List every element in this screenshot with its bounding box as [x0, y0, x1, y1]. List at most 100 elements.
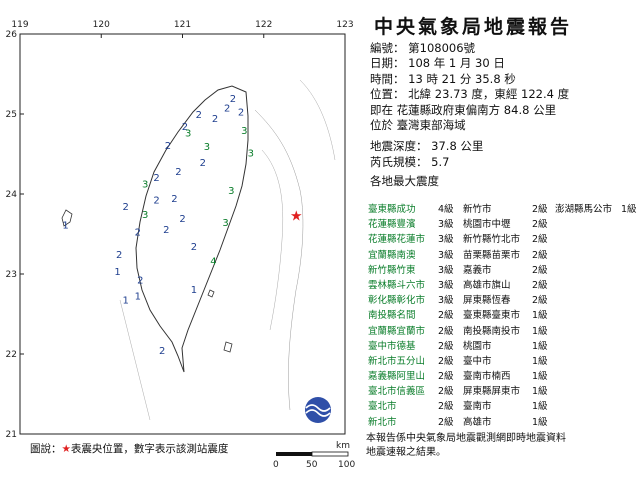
report-date: 日期： 108 年 1 月 30 日 — [370, 56, 505, 71]
station-name: 澎湖縣馬公市 — [555, 204, 613, 215]
max-intensity-heading: 各地最大震度 — [370, 174, 439, 189]
station-name: 花蓮縣花蓮市 — [368, 234, 426, 246]
lat-tick-label: 26 — [6, 30, 18, 40]
footer-note-1: 本報告係中央氣象局地震觀測網即時地震資料 — [366, 433, 566, 444]
station-name: 新竹市 — [463, 204, 492, 215]
station-level: 2級 — [532, 264, 548, 276]
station-intensity-label: 3 — [241, 126, 247, 137]
station-intensity-label: 1 — [122, 296, 128, 307]
station-intensity-label: 3 — [222, 218, 228, 229]
station-level: 2級 — [532, 295, 548, 307]
station-level: 2級 — [438, 371, 454, 383]
station-name: 南投縣名間 — [368, 310, 416, 322]
station-name: 臺東縣臺東市 — [463, 310, 521, 322]
station-name: 花蓮縣豐濱 — [368, 219, 416, 231]
map-legend: 圖說：★表震央位置，數字表示該測站震度 — [30, 441, 228, 456]
station-intensity-label: 2 — [238, 108, 244, 119]
station-intensity-label: 3 — [142, 210, 148, 221]
station-level: 2級 — [532, 219, 548, 231]
station-level: 1級 — [621, 204, 637, 215]
lon-tick-label: 119 — [11, 20, 28, 30]
intensity-row: 臺北市信義區 2級 屏東縣屏東市 1級 — [368, 383, 636, 398]
station-level: 2級 — [438, 416, 454, 428]
station-level: 2級 — [438, 310, 454, 322]
station-level: 3級 — [438, 295, 454, 307]
station-level: 2級 — [532, 234, 548, 246]
report-position: 位置： 北緯 23.73 度，東經 122.4 度 — [370, 87, 570, 102]
station-level: 1級 — [532, 401, 548, 413]
station-name: 南投縣南投市 — [463, 325, 521, 337]
station-intensity-label: 2 — [212, 114, 218, 125]
report-info: 編號： 第108006號 日期： 108 年 1 月 30 日 時間： 13 時… — [370, 41, 569, 190]
station-name: 苗栗縣苗栗市 — [463, 249, 521, 261]
station-intensity-label: 2 — [153, 173, 159, 184]
station-name: 新竹縣竹東 — [368, 264, 416, 276]
report-number: 編號： 第108006號 — [370, 41, 476, 55]
station-name: 高雄市 — [463, 416, 492, 428]
station-intensity-label: 3 — [228, 186, 234, 197]
map-frame — [19, 33, 346, 435]
station-name: 新北市 — [368, 416, 397, 428]
report-footer: 本報告係中央氣象局地震觀測網即時地震資料 地震速報之結果。 — [366, 432, 636, 460]
report-depth: 地震深度： 37.8 公里 — [370, 139, 484, 154]
lat-tick-label: 25 — [6, 110, 17, 120]
epicenter-star-icon: ★ — [61, 443, 71, 455]
report-region: 位於 臺灣東部海域 — [370, 117, 466, 132]
station-intensity-label: 1 — [191, 285, 197, 296]
lat-tick-label: 21 — [6, 430, 17, 440]
intensity-table: 臺東縣成功 4級 新竹市 2級 澎湖縣馬公市 1級 花蓮縣豐濱 3級 桃園市中壢 2級 花蓮縣花蓮市… — [368, 201, 637, 429]
station-name: 高雄市旗山 — [463, 279, 511, 291]
intensity-row: 南投縣名間 2級 臺東縣臺東市 1級 — [368, 307, 636, 322]
station-intensity-label: 3 — [248, 148, 254, 159]
intensity-row: 臺中市德基 2級 桃園市 1級 — [368, 338, 636, 353]
epicenter-star-icon: ★ — [290, 209, 303, 225]
station-intensity-label: 2 — [165, 141, 171, 152]
intensity-row: 宜蘭縣南澳 3級 苗栗縣苗栗市 2級 — [368, 247, 636, 262]
intensity-row: 新竹縣竹東 3級 嘉義市 2級 — [368, 262, 636, 277]
lon-tick-label: 122 — [255, 20, 272, 30]
scale-segment — [276, 452, 312, 456]
intensity-row: 花蓮縣花蓮市 3級 新竹縣竹北市 2級 — [368, 231, 636, 246]
station-level: 3級 — [438, 249, 454, 261]
station-intensity-label: 2 — [200, 158, 206, 169]
epicenter-layer: ★ — [290, 209, 303, 225]
station-intensity-label: 2 — [175, 167, 181, 178]
station-level: 2級 — [532, 204, 548, 215]
station-name: 嘉義縣阿里山 — [368, 371, 426, 383]
station-intensity-label: 2 — [230, 94, 236, 105]
lat-tick-label: 22 — [6, 350, 17, 360]
station-name: 新北市五分山 — [368, 355, 426, 367]
station-intensity-label: 3 — [142, 180, 148, 191]
station-intensity-label: 4 — [210, 256, 216, 267]
station-level: 2級 — [438, 401, 454, 413]
station-intensity-label: 2 — [153, 196, 159, 207]
station-intensity-label: 2 — [179, 214, 185, 225]
station-level: 3級 — [438, 234, 454, 246]
station-intensity-label: 3 — [204, 142, 210, 153]
report-time: 時間： 13 時 21 分 35.8 秒 — [370, 71, 516, 86]
station-name: 宜蘭縣宜蘭市 — [368, 325, 426, 337]
lon-tick-label: 121 — [174, 20, 191, 30]
station-intensity-label: 2 — [137, 276, 143, 287]
intensity-row: 花蓮縣豐濱 3級 桃園市中壢 2級 — [368, 216, 636, 231]
intensity-row: 新北市 2級 高雄市 1級 — [368, 414, 636, 429]
station-name: 宜蘭縣南澳 — [368, 249, 416, 261]
footer-note-2: 地震速報之結果。 — [366, 447, 446, 458]
report-panel: 中央氣象局地震報告 編號： 第108006號 日期： 108 年 1 月 30 … — [366, 8, 637, 478]
station-name: 臺中市 — [463, 355, 492, 367]
station-name: 臺北市 — [368, 401, 397, 413]
station-level: 2級 — [438, 340, 454, 352]
station-name: 臺東縣成功 — [368, 204, 416, 215]
intensity-row: 臺東縣成功 4級 新竹市 2級 澎湖縣馬公市 1級 — [368, 201, 637, 216]
station-intensity-label: 1 — [62, 220, 68, 231]
station-name: 屏東縣屏東市 — [463, 386, 521, 398]
intensity-row: 嘉義縣阿里山 2級 臺南市楠西 1級 — [368, 368, 636, 383]
station-level: 2級 — [438, 386, 454, 398]
station-level: 1級 — [532, 386, 548, 398]
station-name: 嘉義市 — [463, 264, 492, 276]
station-level: 4級 — [438, 204, 454, 215]
scale-tick: 50 — [306, 460, 318, 470]
lon-tick-label: 120 — [93, 20, 110, 30]
station-level: 1級 — [532, 310, 548, 322]
cwb-logo — [305, 397, 331, 423]
